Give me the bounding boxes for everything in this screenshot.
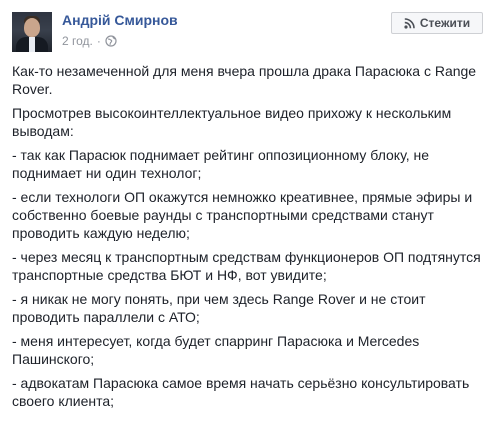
post-paragraph: Как-то незамеченной для меня вчера прошл… — [12, 63, 477, 97]
author-avatar[interactable] — [12, 12, 52, 52]
post-paragraph: - я никак не могу понять, при чем здесь … — [12, 291, 426, 325]
follow-button[interactable]: Стежити — [391, 12, 483, 34]
follow-button-label: Стежити — [419, 16, 471, 30]
post-paragraph: Просмотрев высокоинтеллектуальное видео … — [12, 105, 452, 139]
avatar-shirt — [29, 37, 35, 52]
author-name-link[interactable]: Андрій Смирнов — [62, 12, 178, 28]
post-paragraph: - адвокатам Парасюка самое время начать … — [12, 375, 470, 409]
rss-icon — [404, 17, 415, 29]
facebook-post: Андрій Смирнов 2 год. · Стежити Как-то н… — [0, 0, 495, 440]
post-paragraph: - меня интересует, когда будет спарринг … — [12, 333, 420, 367]
globe-icon[interactable] — [105, 35, 117, 47]
post-meta: 2 год. · — [62, 34, 117, 48]
post-text: Как-то незамеченной для меня вчера прошл… — [12, 62, 490, 416]
post-paragraph: - если технологи ОП окажутся немножко кр… — [12, 189, 473, 241]
post-timestamp[interactable]: 2 год. — [62, 34, 93, 48]
avatar-face — [24, 18, 40, 37]
meta-separator: · — [96, 34, 101, 48]
post-paragraph: - так как Парасюк поднимает рейтинг оппо… — [12, 147, 429, 181]
post-paragraph: - через месяц к транспортным средствам ф… — [12, 249, 481, 283]
